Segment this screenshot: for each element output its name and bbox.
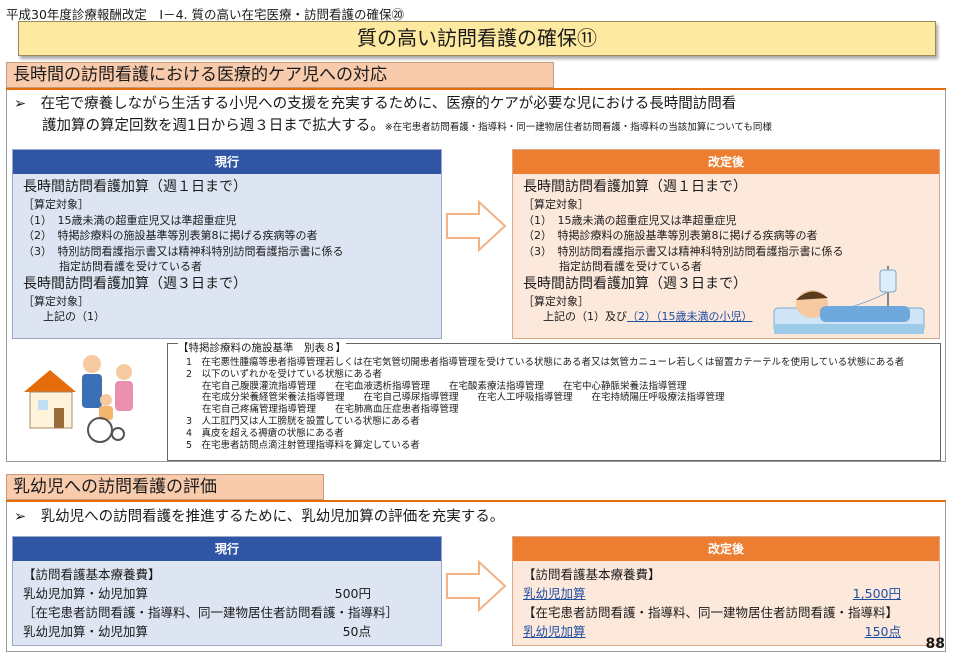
revised-panel-2: 改定後 【訪問看護基本療養費】 乳幼児加算 1,500円 【在宅患者訪問看護・指導… — [512, 536, 940, 646]
lead-line1: ➢ 在宅で療養しながら生活する小児への支援を充実するために、医療的ケアが必要な児… — [14, 96, 737, 112]
revised-item2-highlight: （2）（15歳未満の小児） — [627, 310, 753, 323]
table8-line: 在宅自己疼痛管理指導管理 在宅肺高血圧症患者指導管理 — [202, 404, 459, 416]
table8-line: 5 在宅患者訪問点滴注射管理指導料を算定している者 — [186, 439, 420, 451]
section2-heading: 乳幼児への訪問看護の評価 — [6, 474, 324, 500]
revised-item2-line1: 上記の（1）及び — [543, 310, 627, 323]
table8-line: 在宅自己腹膜灌流指導管理 在宅血液透析指導管理 在宅酸素療法指導管理 在宅中心静… — [202, 380, 687, 392]
current-item1-line3: （3） 特別訪問看護指示書又は精神科特別訪問看護指示書に係る — [23, 244, 344, 258]
right-arrow-icon — [445, 200, 507, 252]
revised2-item2-label: 乳幼児加算 — [523, 624, 586, 639]
table8-box: 【特掲診療料の施設基準 別表８】 1 在宅悪性腫瘍等患者指導管理若しくは在宅気管… — [167, 342, 941, 461]
child-in-bed-illustration — [770, 262, 930, 344]
current2-item2-value: 50点 — [342, 624, 371, 639]
current-header: 現行 — [13, 150, 441, 174]
current-panel: 現行 長時間訪問看護加算（週１日まで） ［算定対象］ （1） 15歳未満の超重症… — [12, 149, 442, 339]
revised-item1-label: ［算定対象］ — [523, 198, 589, 211]
current2-item2-label: 乳幼児加算・幼児加算 — [23, 624, 149, 639]
table8-line: 2 以下のいずれかを受けている状態にある者 — [186, 368, 383, 380]
current-item2-label: ［算定対象］ — [23, 294, 89, 308]
revised-item1-line3: （3） 特別訪問看護指示書又は精神科特別訪問看護指示書に係る — [523, 244, 844, 258]
family-illustration — [20, 350, 160, 450]
page-number: 88 — [925, 636, 945, 652]
revised2-item2-value: 150点 — [864, 624, 901, 639]
revised2-line1: 【訪問看護基本療養費】 — [523, 567, 661, 582]
revised-item1-title: 長時間訪問看護加算（週１日まで） — [523, 179, 747, 195]
revised-header: 改定後 — [513, 150, 939, 174]
revised2-item1-value: 1,500円 — [852, 586, 901, 601]
table8-line: 3 人工肛門又は人工膀胱を設置している状態にある者 — [186, 415, 420, 427]
revised-item1-line1: （1） 15歳未満の超重症児又は準超重症児 — [523, 213, 737, 227]
section1-heading: 長時間の訪問看護における医療的ケア児への対応 — [6, 62, 554, 88]
current-item1-line1: （1） 15歳未満の超重症児又は準超重症児 — [23, 213, 237, 227]
table8-line: 在宅成分栄養経管栄養法指導管理 在宅自己導尿指導管理 在宅人工呼吸指導管理 在宅… — [202, 392, 725, 404]
current2-line3: ［在宅患者訪問看護・指導料、同一建物居住者訪問看護・指導料］ — [23, 605, 399, 620]
lead-note: ※在宅患者訪問看護・指導料・同一建物居住者訪問看護・指導料の当該加算についても同… — [384, 122, 772, 133]
section1-lead: ➢ 在宅で療養しながら生活する小児への支援を充実するために、医療的ケアが必要な児… — [14, 93, 944, 139]
current-header-2: 現行 — [13, 537, 441, 561]
current-item1-line2: （2） 特掲診療料の施設基準等別表第8に掲げる疾病等の者 — [23, 229, 318, 242]
table8-title: 【特掲診療料の施設基準 別表８】 — [178, 342, 346, 355]
revised2-line3: 【在宅患者訪問看護・指導料、同一建物居住者訪問看護・指導料】 — [523, 605, 899, 620]
current2-item1-value: 500円 — [334, 586, 371, 601]
current-item2-title: 長時間訪問看護加算（週３日まで） — [23, 275, 247, 292]
current2-item1-label: 乳幼児加算・幼児加算 — [23, 586, 149, 601]
table8-line: 1 在宅悪性腫瘍等患者指導管理若しくは在宅気管切開患者指導管理を受けている状態に… — [186, 357, 905, 368]
current2-line1: 【訪問看護基本療養費】 — [23, 567, 161, 582]
revised2-item1-label: 乳幼児加算 — [523, 586, 586, 601]
table8-line: 4 真皮を超える褥瘡の状態にある者 — [186, 427, 344, 439]
revised-header-2: 改定後 — [513, 537, 939, 561]
revised-item1-line2: （2） 特掲診療料の施設基準等別表第8に掲げる疾病等の者 — [523, 229, 818, 242]
current-item1-title: 長時間訪問看護加算（週１日まで） — [23, 179, 247, 195]
section2-lead: ➢ 乳幼児への訪問看護を推進するために、乳幼児加算の評価を充実する。 — [14, 509, 505, 525]
current-panel-2: 現行 【訪問看護基本療養費】 乳幼児加算・幼児加算 500円 ［在宅患者訪問看護・… — [12, 536, 442, 646]
current-item2-line1: 上記の（1） — [43, 310, 105, 323]
page-title: 質の高い訪問看護の確保⑪ — [18, 21, 936, 56]
current-item1-label: ［算定対象］ — [23, 198, 89, 211]
lead-line2: 護加算の算定回数を週1日から週３日まで拡大する。 — [42, 118, 385, 134]
right-arrow-icon-2 — [445, 560, 507, 612]
current-item1-line4: 指定訪問看護を受けている者 — [59, 260, 202, 273]
